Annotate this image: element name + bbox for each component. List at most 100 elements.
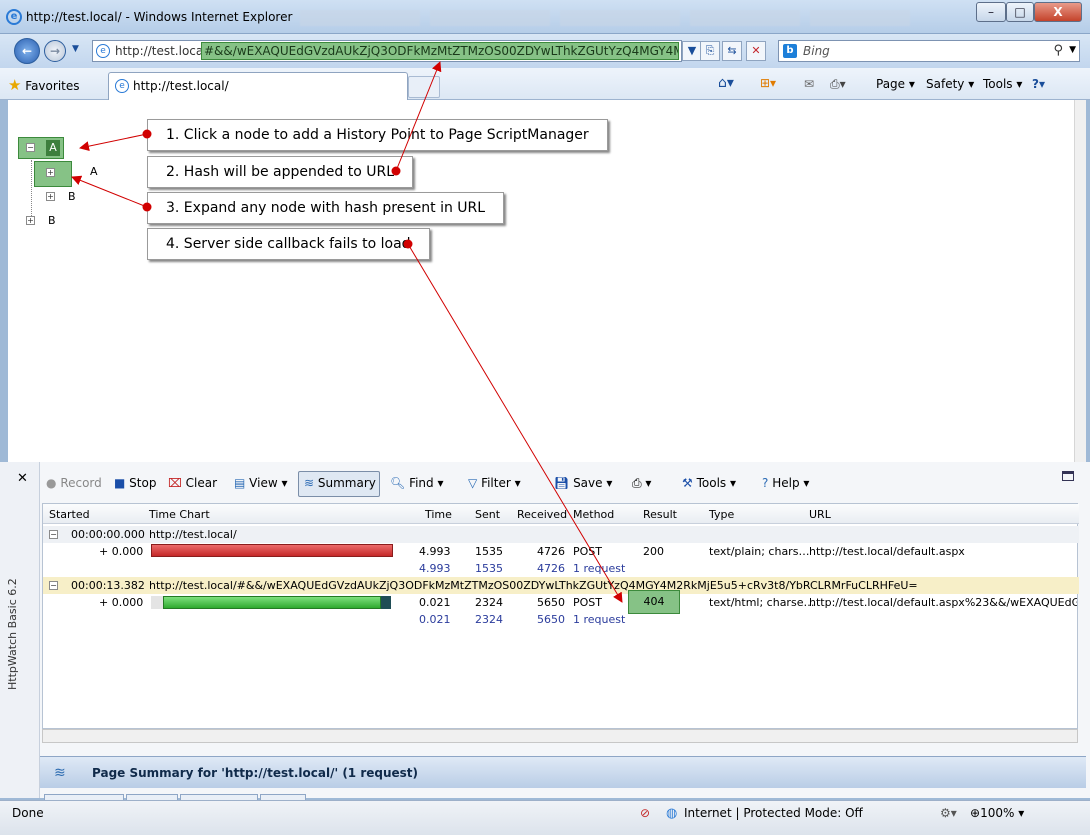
search-box[interactable]: b Bing ⚲ ▼ bbox=[778, 40, 1080, 62]
background-taskbar-item bbox=[690, 10, 800, 26]
col-method[interactable]: Method bbox=[573, 508, 614, 521]
compatibility-view-icon[interactable]: ⎘ bbox=[700, 41, 720, 61]
collapse-icon[interactable]: − bbox=[49, 581, 58, 590]
stop-button[interactable]: ■ Stop bbox=[114, 476, 156, 490]
tools-menu[interactable]: Tools ▾ bbox=[983, 77, 1022, 91]
col-url[interactable]: URL bbox=[809, 508, 831, 521]
entry-url: http://test.local/default.aspx bbox=[809, 545, 965, 558]
tree-line bbox=[31, 160, 32, 216]
collapse-icon[interactable]: − bbox=[26, 143, 35, 152]
entry-received: 4726 bbox=[537, 545, 565, 558]
page-icon: e bbox=[96, 44, 110, 58]
record-button[interactable]: ● Record bbox=[46, 476, 102, 490]
page-summary-header[interactable]: ≋ Page Summary for 'http://test.local/' … bbox=[40, 756, 1086, 788]
print-button[interactable]: ⎙ ▾ bbox=[632, 476, 651, 491]
new-tab-button[interactable] bbox=[408, 76, 440, 98]
entry-received: 5650 bbox=[537, 596, 565, 609]
entry-method: POST bbox=[573, 545, 602, 558]
bing-logo-icon: b bbox=[783, 44, 797, 58]
protected-mode-icon[interactable]: ⚙▾ bbox=[940, 806, 957, 820]
background-taskbar-item bbox=[810, 10, 910, 26]
callout-1: 1. Click a node to add a History Point t… bbox=[147, 119, 608, 151]
print-icon[interactable]: ⎙▾ bbox=[830, 77, 846, 92]
expand-icon[interactable]: + bbox=[46, 168, 55, 177]
close-panel-icon[interactable]: ✕ bbox=[17, 471, 28, 486]
home-icon[interactable]: ⌂▾ bbox=[718, 75, 734, 91]
background-taskbar-item bbox=[430, 10, 550, 26]
mail-icon[interactable]: ✉ bbox=[804, 77, 814, 91]
page-title: http://test.local/ bbox=[149, 528, 237, 541]
history-dropdown-icon[interactable]: ▼ bbox=[72, 44, 79, 54]
page-started: 00:00:00.000 bbox=[71, 528, 145, 541]
expand-icon[interactable]: + bbox=[26, 216, 35, 225]
address-dropdown-button[interactable]: ▼ bbox=[682, 41, 702, 61]
filter-button[interactable]: ▽ Filter ▾ bbox=[468, 476, 521, 490]
view-icon: ▤ bbox=[234, 476, 246, 490]
callout-2: 2. Hash will be appended to URL bbox=[147, 156, 414, 188]
address-bar[interactable]: e http://test.local/ #&&/wEXAQUEdGVzdAUk… bbox=[92, 40, 682, 62]
collapse-icon[interactable]: − bbox=[49, 530, 58, 539]
tree-node-a[interactable]: A bbox=[46, 140, 60, 156]
time-chart-bar bbox=[151, 544, 393, 557]
search-icon[interactable]: ⚲ bbox=[1053, 43, 1063, 58]
security-zone[interactable]: Internet | Protected Mode: Off bbox=[684, 806, 863, 820]
col-time[interactable]: Time bbox=[425, 508, 452, 521]
back-button[interactable]: ← bbox=[14, 38, 40, 64]
col-type[interactable]: Type bbox=[709, 508, 734, 521]
safety-menu[interactable]: Safety ▾ bbox=[926, 77, 974, 91]
page-menu[interactable]: Page ▾ bbox=[876, 77, 915, 91]
search-dropdown-icon[interactable]: ▼ bbox=[1069, 45, 1076, 55]
find-button[interactable]: 🔍︎ Find ▾ bbox=[390, 476, 444, 490]
col-started[interactable]: Started bbox=[49, 508, 90, 521]
view-button[interactable]: ▤ View ▾ bbox=[234, 476, 288, 490]
tree-node-b-child[interactable]: B bbox=[68, 190, 76, 203]
save-button[interactable]: 💾︎ Save ▾ bbox=[554, 476, 612, 490]
page-vertical-scrollbar[interactable] bbox=[1074, 100, 1086, 462]
toolbox-icon: ⚒ bbox=[682, 476, 693, 490]
background-taskbar-item bbox=[300, 10, 420, 26]
stop-icon[interactable]: ✕ bbox=[746, 41, 766, 61]
summary-sent: 1535 bbox=[475, 562, 503, 575]
help-icon[interactable]: ?▾ bbox=[1032, 77, 1045, 91]
col-sent[interactable]: Sent bbox=[475, 508, 500, 521]
search-input[interactable]: Bing bbox=[803, 44, 830, 58]
col-result[interactable]: Result bbox=[643, 508, 677, 521]
tools-button[interactable]: ⚒ Tools ▾ bbox=[682, 476, 736, 490]
globe-icon: ◍ bbox=[666, 806, 678, 821]
entry-type: text/html; charse… bbox=[709, 596, 815, 609]
page-title: http://test.local/#&&/wEXAQUEdGVzdAUkZjQ… bbox=[149, 579, 918, 592]
entry-time: 0.021 bbox=[419, 596, 451, 609]
grid-horizontal-scrollbar[interactable] bbox=[42, 729, 1078, 743]
page-summary-title: Page Summary for 'http://test.local/' (1… bbox=[92, 766, 419, 780]
col-received[interactable]: Received bbox=[517, 508, 567, 521]
entry-result: 200 bbox=[643, 545, 664, 558]
tree-node-a-child[interactable]: A bbox=[90, 165, 98, 178]
refresh-icon[interactable]: ⇆ bbox=[722, 41, 742, 61]
time-chart-receive bbox=[381, 596, 391, 609]
maximize-button[interactable]: □ bbox=[1006, 2, 1034, 22]
tree-node-b[interactable]: B bbox=[48, 214, 56, 227]
summary-received: 5650 bbox=[537, 613, 565, 626]
browser-tab[interactable]: e http://test.local/ bbox=[108, 72, 408, 100]
expand-icon[interactable]: + bbox=[46, 192, 55, 201]
summary-received: 4726 bbox=[537, 562, 565, 575]
zoom-level[interactable]: ⊕100% ▾ bbox=[970, 806, 1024, 820]
minimize-button[interactable]: – bbox=[976, 2, 1006, 22]
clear-button[interactable]: ⌧ Clear bbox=[168, 476, 217, 490]
summary-label-wrap[interactable]: ≋ Summary bbox=[304, 476, 376, 490]
favorites-button[interactable]: ★ Favorites bbox=[8, 76, 80, 94]
undock-icon[interactable] bbox=[1062, 471, 1074, 481]
feeds-icon[interactable]: ⊞▾ bbox=[760, 76, 776, 90]
stop-square-icon: ■ bbox=[114, 476, 126, 490]
summary-icon: ≋ bbox=[54, 765, 66, 781]
close-button[interactable]: X bbox=[1034, 2, 1082, 22]
request-grid: Started Time Chart Time Sent Received Me… bbox=[42, 503, 1079, 729]
summary-icon: ≋ bbox=[304, 476, 315, 490]
entry-type: text/plain; chars… bbox=[709, 545, 810, 558]
blocked-icon[interactable]: ⊘ bbox=[640, 806, 650, 820]
help-button[interactable]: ? Help ▾ bbox=[762, 476, 809, 490]
entry-offset: + 0.000 bbox=[99, 596, 144, 609]
time-chart-bar bbox=[163, 596, 381, 609]
forward-button[interactable]: → bbox=[44, 40, 66, 62]
col-time-chart[interactable]: Time Chart bbox=[149, 508, 210, 521]
